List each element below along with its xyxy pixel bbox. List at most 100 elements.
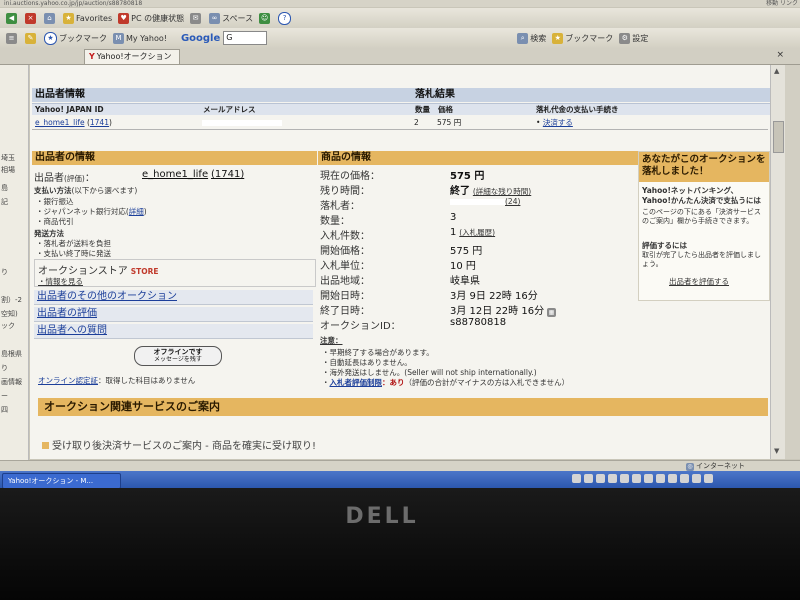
seller-info-title: 出品者情報 [32, 88, 413, 102]
google-search-input[interactable]: G [223, 31, 268, 45]
star-icon: ★ [63, 12, 74, 24]
side-text: 相場 [1, 166, 15, 174]
scroll-thumb[interactable] [773, 121, 784, 153]
tray-icon[interactable] [632, 474, 641, 483]
tray-icon[interactable] [680, 474, 689, 483]
region-label: 出品地域： [320, 276, 370, 287]
rating-label: (評価) [64, 174, 85, 183]
settings-label: 設定 [632, 33, 649, 43]
remaining-detail-link[interactable]: (詳細な残り時間) [473, 187, 531, 196]
seller-id-rating-link[interactable]: 1741 [90, 118, 109, 127]
seller-rating-page-link[interactable]: 出品者の評価 [34, 307, 313, 322]
seller-id-link[interactable]: e_home1_life [35, 118, 85, 127]
store-info-link[interactable]: ・情報を見る [38, 276, 83, 287]
tray-icon[interactable] [692, 474, 701, 483]
space-button[interactable]: ∞ スペース [209, 12, 253, 24]
tab-yahoo-auction[interactable]: Y Yahoo!オークション [84, 49, 180, 64]
my-yahoo-button[interactable]: M My Yahoo! [113, 32, 167, 44]
search-button[interactable]: ⌕ 検索 [517, 32, 546, 44]
won-notice-body: Yahoo!ネットバンキング、Yahoo!かんたん決済で支払うには [642, 186, 761, 205]
tray-icon[interactable] [620, 474, 629, 483]
payment-detail-link[interactable]: 詳細 [129, 207, 144, 216]
tray-icon[interactable] [704, 474, 713, 483]
tray-icon[interactable] [596, 474, 605, 483]
seller-box-title: 出品者の情報 [32, 151, 317, 165]
side-text: 埼玉 [1, 154, 15, 162]
address-bar[interactable]: ini.auctions.yahoo.co.jp/jp/auction/s887… [0, 0, 800, 7]
start-time-value: 3月 9日 22時 16分 [450, 291, 538, 302]
close-tab-icon[interactable]: × [776, 50, 784, 60]
side-text: 記 [1, 198, 8, 206]
ask-seller-link[interactable]: 出品者への質問 [34, 324, 313, 339]
tray-icon[interactable] [572, 474, 581, 483]
my-yahoo-icon: M [113, 32, 124, 44]
side-text: 島 [1, 184, 8, 192]
toolbar-primary: ◀ × ⌂ ★ Favorites ♥ PC の健康状態 ✉ ∞ スペース ☺ ? [0, 8, 800, 29]
checkout-link[interactable]: 決済する [543, 118, 573, 127]
redacted-email [202, 120, 282, 126]
mail-button[interactable]: ✉ [190, 12, 203, 24]
rate-seller-link[interactable]: 出品者を評価する [669, 276, 729, 287]
tray-icon[interactable] [584, 474, 593, 483]
back-button[interactable]: ◀ [6, 12, 19, 24]
paren: ) [143, 207, 147, 216]
side-panel: 埼玉 相場 島 記 り 割）-2 空知) ック 島根県 り 画情報 ー 四 [0, 65, 29, 460]
tray-icon[interactable] [608, 474, 617, 483]
won-notice: あなたがこのオークションを落札しました！ Yahoo!ネットバンキング、Yaho… [638, 151, 770, 301]
vertical-scrollbar[interactable]: ▲ ▼ [770, 65, 785, 459]
online-cert-link[interactable]: オンライン認定証 [38, 376, 98, 385]
people-icon: ☺ [259, 12, 271, 24]
people-button[interactable]: ☺ [259, 12, 272, 24]
start-time-label: 開始日時： [320, 291, 370, 302]
home-button[interactable]: ⌂ [44, 12, 57, 24]
bid-history-link[interactable]: (入札履歴) [459, 228, 495, 237]
seller-line: 出品者(評価)： [34, 169, 95, 184]
seller-rating-link[interactable]: (1741) [211, 169, 244, 180]
tray-icon[interactable] [644, 474, 653, 483]
pc-health-button[interactable]: ♥ PC の健康状態 [118, 12, 185, 24]
scroll-down-icon[interactable]: ▼ [774, 447, 779, 455]
payment-item-label: ・ジャパンネット銀行対応( [36, 207, 129, 216]
seller-label: 出品者 [34, 173, 64, 184]
bookmark2-label: ブックマーク [565, 33, 614, 43]
services-title: オークション関連サービスのご案内 [38, 398, 768, 416]
go-links[interactable]: 移動 リンク [766, 0, 798, 7]
bookmark2-button[interactable]: ★ ブックマーク [552, 32, 614, 44]
url-text: ini.auctions.yahoo.co.jp/jp/auction/s887… [4, 0, 143, 7]
payment-item: ・商品代引 [36, 217, 74, 226]
other-auctions-link[interactable]: 出品者のその他のオークション [34, 290, 313, 305]
settings-button[interactable]: ⚙ 設定 [619, 32, 649, 44]
bid-count-value: 1 (入札履歴) [450, 227, 495, 238]
menu-button[interactable]: ≡ [6, 32, 19, 44]
pc-health-label: PC の健康状態 [131, 13, 185, 23]
start-price-value: 575 円 [450, 246, 483, 257]
winner-score-link[interactable]: (24) [505, 197, 520, 206]
notes-link[interactable]: 注意： [320, 335, 343, 346]
tray-icon[interactable] [668, 474, 677, 483]
favorites-button[interactable]: ★ Favorites [63, 12, 112, 24]
stop-icon[interactable]: × [25, 12, 38, 24]
shield-icon: ♥ [118, 12, 130, 24]
rate-body: 取引が完了したら出品者を評価しましょう。 [642, 251, 761, 268]
screen: ini.auctions.yahoo.co.jp/jp/auction/s887… [0, 0, 800, 492]
side-text: 島根県 [1, 350, 22, 358]
menu-icon: ≡ [6, 32, 17, 44]
restriction-line: ・入札者評価制限：あり（評価の合計がマイナスの方は入札できません） [322, 378, 570, 387]
globe-icon: ◎ [686, 463, 694, 471]
quantity-label: 数量： [320, 216, 350, 227]
scroll-up-icon[interactable]: ▲ [774, 67, 779, 75]
shipping-item: ・支払い終了時に発送 [36, 249, 111, 258]
restriction-link[interactable]: 入札者評価制限 [330, 378, 383, 387]
rate-head: 評価するには [642, 241, 687, 250]
calendar-icon[interactable]: ▦ [546, 308, 556, 317]
taskbar-window-button[interactable]: Yahoo!オークション - M... [2, 473, 121, 489]
tools-button[interactable]: ✎ [25, 32, 38, 44]
bookmark-button[interactable]: ★ ブックマーク [44, 31, 107, 45]
current-price-label: 現在の価格： [320, 171, 380, 182]
bullet: • [536, 118, 541, 127]
home-icon: ⌂ [44, 12, 55, 24]
offline-message-button[interactable]: オフラインです メッセージを残す [134, 346, 222, 366]
seller-name-link[interactable]: e_home1_life [142, 169, 208, 180]
help-button[interactable]: ? [278, 11, 293, 25]
tray-icon[interactable] [656, 474, 665, 483]
